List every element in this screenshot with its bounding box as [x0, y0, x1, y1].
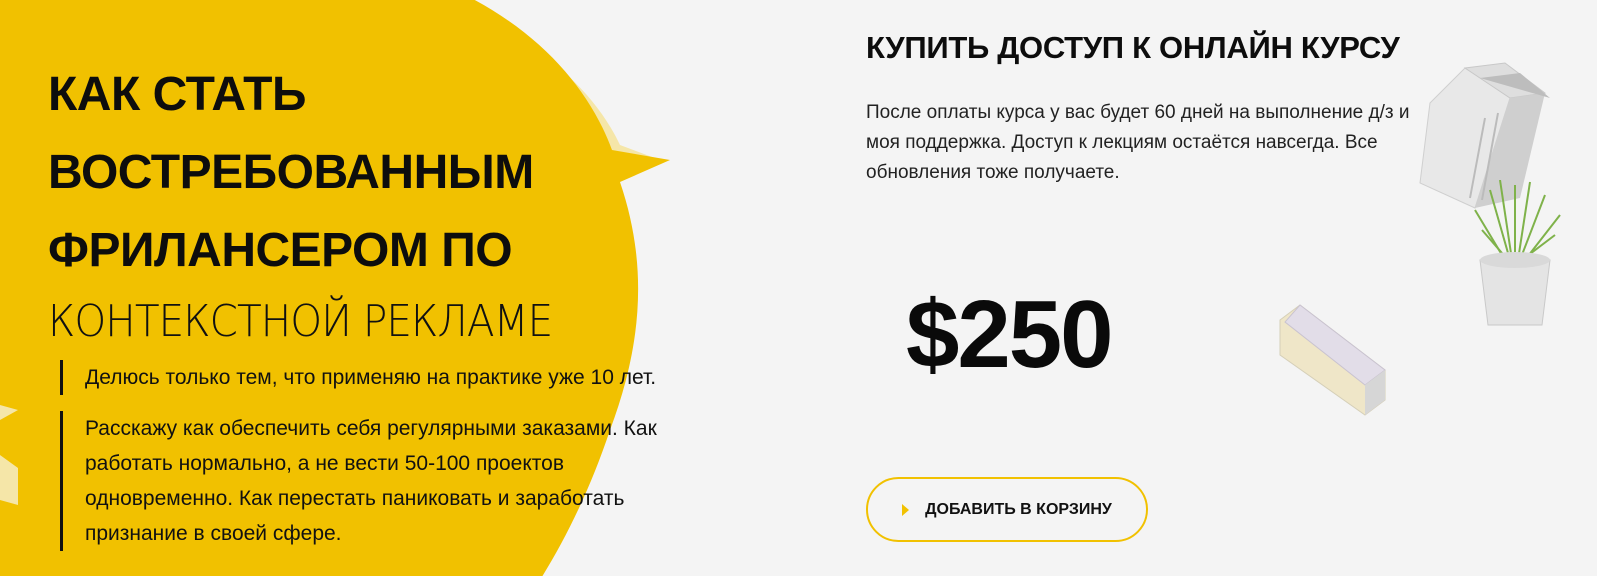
purchase-title: КУПИТЬ ДОСТУП К ОНЛАЙН КУРСУ — [866, 30, 1400, 65]
hero-title-light-line: КОНТЕКСТНОЙ РЕКЛАМЕ — [48, 296, 553, 347]
potted-plant-image — [1474, 180, 1561, 326]
hero-bullet-list: Делюсь только тем, что применяю на практ… — [60, 360, 708, 551]
hero-title: КАК СТАТЬ ВОСТРЕБОВАННЫМ ФРИЛАНСЕРОМ ПО … — [48, 56, 708, 354]
hero-title-line: ФРИЛАНСЕРОМ ПО — [48, 224, 513, 277]
hero-bullet: Делюсь только тем, что применяю на практ… — [60, 360, 708, 395]
add-to-cart-button[interactable]: ДОБАВИТЬ В КОРЗИНУ — [866, 477, 1148, 542]
lying-books-image — [1279, 304, 1386, 416]
price-label: $250 — [906, 281, 1114, 388]
hero-section: КАК СТАТЬ ВОСТРЕБОВАННЫМ ФРИЛАНСЕРОМ ПО … — [48, 56, 708, 567]
hero-bullet: Расскажу как обеспечить себя регулярными… — [60, 411, 708, 551]
purchase-description: После оплаты курса у вас будет 60 дней н… — [866, 102, 1410, 183]
hero-title-line: ВОСТРЕБОВАННЫМ — [48, 146, 534, 199]
hero-title-line: КАК СТАТЬ — [48, 68, 306, 121]
add-to-cart-label: ДОБАВИТЬ В КОРЗИНУ — [925, 500, 1112, 518]
play-triangle-icon — [902, 503, 910, 516]
